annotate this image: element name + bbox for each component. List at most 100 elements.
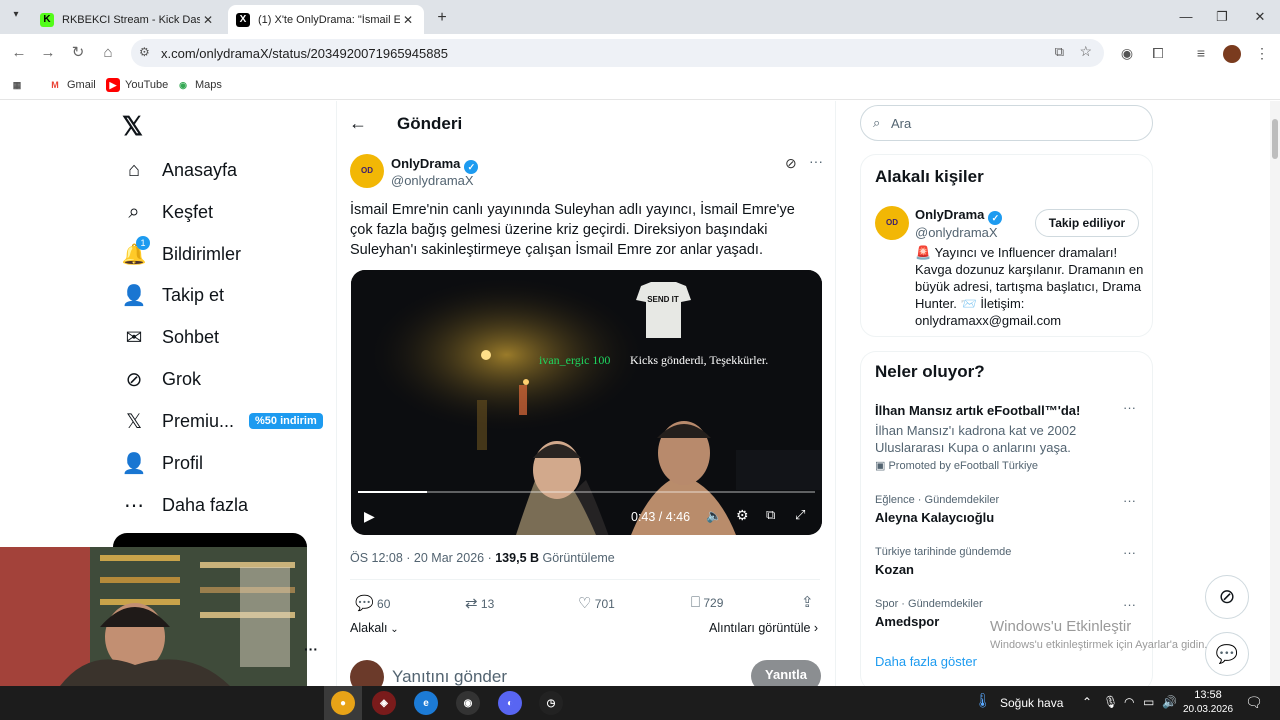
trend-title[interactable]: Amedspor <box>875 614 939 629</box>
tray-chevron-icon[interactable]: ⌃ <box>1082 695 1092 709</box>
bookmark-action[interactable]: ⎕ 729 <box>691 594 723 611</box>
browser-toolbar: ← → ↻ ⌂ ⚙ x.com/onlydramaX/status/203492… <box>0 34 1280 72</box>
more-options-icon[interactable]: ··· <box>1123 545 1136 560</box>
page-scrollbar[interactable] <box>1270 101 1280 686</box>
show-more-link[interactable]: Daha fazla göster <box>875 654 977 669</box>
discord-icon[interactable]: ◐ <box>498 691 522 715</box>
nav-item-more[interactable]: ⋯ Daha fazla <box>122 487 248 523</box>
grok-float-icon[interactable]: ⊘ <box>1205 575 1249 619</box>
account-more-icon[interactable]: ··· <box>304 641 318 657</box>
maximize-icon[interactable]: ❐ <box>1202 6 1242 28</box>
reply-input[interactable]: Yanıtını gönder <box>392 667 507 686</box>
trend-title[interactable]: Aleyna Kalaycıoğlu <box>875 510 994 525</box>
obs-icon[interactable]: ◉ <box>456 691 480 715</box>
bookmark-star-icon[interactable]: ☆ <box>1079 43 1092 60</box>
more-options-icon[interactable]: ··· <box>1123 597 1136 612</box>
tab-x[interactable]: X (1) X'te OnlyDrama: "İsmail Emre'nin ✕ <box>228 5 424 34</box>
back-arrow-icon[interactable]: ← <box>349 113 367 134</box>
fullscreen-icon[interactable]: ⤢ <box>795 507 805 523</box>
related-avatar[interactable]: OD <box>875 206 909 240</box>
forward-icon[interactable]: → <box>37 42 59 64</box>
extension-icon[interactable]: ◉ <box>1116 42 1138 64</box>
chrome-icon[interactable]: ● <box>331 691 355 715</box>
page-title: Gönderi <box>397 114 463 133</box>
following-button[interactable]: Takip ediliyor <box>1035 209 1139 237</box>
wifi-icon[interactable]: ◠ <box>1124 695 1134 709</box>
site-info-icon[interactable]: ⚙ <box>139 45 150 59</box>
close-icon[interactable]: ✕ <box>200 13 216 27</box>
window-close-icon[interactable]: ✕ <box>1240 6 1280 28</box>
nav-item-profile[interactable]: 👤 Profil <box>122 445 203 481</box>
video-progress-track[interactable] <box>358 491 815 493</box>
bookmark-gmail[interactable]: M Gmail <box>48 78 95 92</box>
clock-date[interactable]: 20.03.2026 <box>1180 704 1236 715</box>
apps-icon[interactable]: ▦ <box>10 78 29 92</box>
minimize-icon[interactable]: — <box>1166 6 1206 28</box>
post-timestamp[interactable]: ÖS 12:08 · 20 Mar 2026 · <box>350 551 492 565</box>
view-quotes-link[interactable]: Alıntıları görüntüle › <box>709 621 818 635</box>
repost-action[interactable]: ⇄ 13 <box>465 594 494 612</box>
clock-time[interactable]: 13:58 <box>1185 689 1231 701</box>
reply-action[interactable]: 💬 60 <box>355 594 390 612</box>
speaker-icon[interactable]: 🔊 <box>1162 695 1177 709</box>
address-bar[interactable]: ⚙ x.com/onlydramaX/status/20349200719659… <box>131 39 1104 67</box>
related-name-row[interactable]: OnlyDrama ✓ <box>915 207 1003 225</box>
nav-item-x-premium[interactable]: 𝕏 Premiu... %50 indirim <box>122 403 323 439</box>
trend-title[interactable]: İlhan Mansız artık eFootball™'da! <box>875 403 1080 418</box>
grok-icon[interactable]: ⊘ <box>785 155 797 172</box>
home-icon: ⌂ <box>127 158 141 181</box>
bookmark-youtube[interactable]: ▶ YouTube <box>106 78 168 92</box>
share-icon[interactable]: ⇪ <box>801 593 814 611</box>
author-name-row[interactable]: OnlyDrama ✓ <box>391 156 479 174</box>
repost-icon: ⇄ <box>465 595 478 612</box>
tab-kick[interactable]: K RKBEKCI Stream - Kick Dashboard ✕ <box>32 5 224 34</box>
tab-search-icon[interactable]: ▾ <box>8 9 24 25</box>
install-icon[interactable]: ⧉ <box>1055 44 1064 60</box>
like-action[interactable]: ♡ 701 <box>578 594 615 612</box>
reply-button[interactable]: Yanıtla <box>751 660 821 686</box>
more-options-icon[interactable]: ··· <box>809 153 823 169</box>
app-icon[interactable]: ◈ <box>372 691 396 715</box>
notifications-icon[interactable]: 🗨 <box>1245 694 1263 711</box>
nav-item-search[interactable]: ⌕ Keşfet <box>122 194 213 230</box>
extensions-puzzle-icon[interactable]: ⧠ <box>1147 42 1169 64</box>
trend-title[interactable]: Kozan <box>875 562 914 577</box>
close-icon[interactable]: ✕ <box>400 13 416 27</box>
more-options-icon[interactable]: ··· <box>1123 400 1136 415</box>
recorder-icon[interactable]: ◷ <box>539 691 563 715</box>
profile-avatar[interactable] <box>1223 45 1241 64</box>
chat-float-icon[interactable]: 💬 <box>1205 632 1249 676</box>
nav-item-grok[interactable]: ⊘ Grok <box>122 361 201 397</box>
back-icon[interactable]: ← <box>8 42 30 64</box>
author-handle[interactable]: @onlydramaX <box>391 173 474 188</box>
bookmark-maps[interactable]: ◉ Maps <box>176 78 222 92</box>
sort-dropdown[interactable]: Alakalı ⌄ <box>350 621 399 635</box>
scrollbar-thumb[interactable] <box>1272 119 1278 159</box>
x-logo-icon[interactable]: 𝕏 <box>122 111 143 142</box>
edge-icon[interactable]: e <box>414 691 438 715</box>
nav-item-home[interactable]: ⌂ Anasayfa <box>122 152 237 188</box>
nav-item-follow[interactable]: 👤 Takip et <box>122 277 225 313</box>
author-avatar[interactable]: OD <box>350 154 384 188</box>
video-player[interactable]: SEND IT ivan_ergic 100 Kicks gönderdi, T… <box>351 270 822 535</box>
nav-item-bell[interactable]: 🔔 Bildirimler 1 <box>122 236 241 272</box>
webcam-frame <box>0 547 307 686</box>
menu-icon[interactable]: ⋮ <box>1251 42 1273 64</box>
post-button-edge[interactable] <box>113 533 307 547</box>
home-button-icon[interactable]: ⌂ <box>97 42 119 64</box>
pip-icon[interactable]: ⧉ <box>766 507 775 523</box>
more-options-icon[interactable]: ··· <box>1123 493 1136 508</box>
maps-icon: ◉ <box>179 79 187 90</box>
volume-icon[interactable]: 🔈 <box>706 508 722 524</box>
microphone-icon[interactable]: 🎙 <box>1103 695 1118 709</box>
webcam-overlay <box>0 547 307 686</box>
new-tab-icon[interactable]: + <box>432 8 452 28</box>
reload-icon[interactable]: ↻ <box>67 42 89 64</box>
media-control-icon[interactable]: ≡ <box>1190 42 1212 64</box>
play-icon[interactable]: ▶ <box>364 508 375 525</box>
search-input[interactable]: ⌕ Ara <box>860 105 1153 141</box>
battery-icon[interactable]: ▭ <box>1143 695 1154 709</box>
settings-icon[interactable]: ⚙ <box>736 507 749 524</box>
nav-item-mail[interactable]: ✉ Sohbet <box>122 319 219 355</box>
weather-text[interactable]: Soğuk hava <box>1000 696 1063 710</box>
